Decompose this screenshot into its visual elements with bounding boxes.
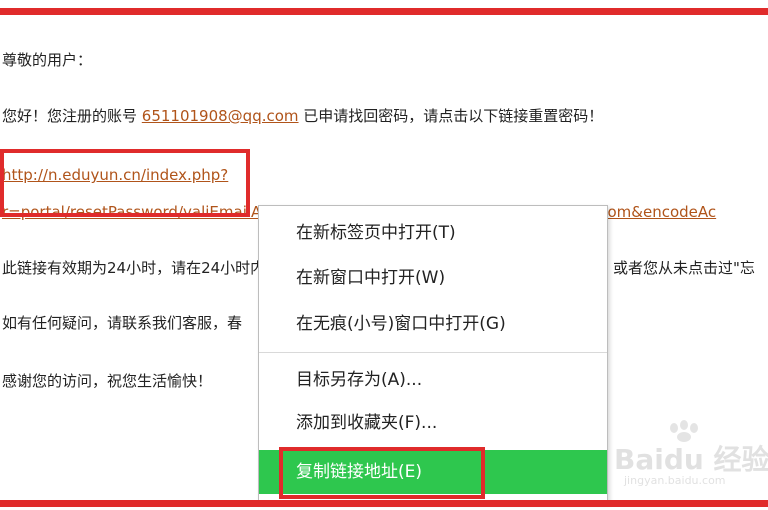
menu-separator [259,352,607,353]
copy-link-highlight-box [279,447,485,499]
watermark-logo: Baidu 经验 [614,443,768,476]
menu-open-new-window[interactable]: 在新窗口中打开(W) [259,257,607,299]
intro-suffix: 已申请找回密码，请点击以下链接重置密码！ [298,107,604,125]
menu-save-target-as[interactable]: 目标另存为(A)... [259,359,607,401]
email-greeting: 尊敬的用户： [2,51,93,69]
bottom-red-frame [0,500,768,507]
link-highlight-box [0,149,250,217]
validity-notice-tail: 或者您从未点击过"忘 [613,259,755,277]
menu-open-new-tab[interactable]: 在新标签页中打开(T) [259,212,607,254]
watermark-url: jingyan.baidu.com [624,474,726,487]
intro-prefix: 您好！您注册的账号 [2,107,142,125]
contact-notice: 如有任何疑问，请联系我们客服，春 [2,314,243,332]
account-email-link[interactable]: 651101908@qq.com [142,107,299,125]
top-red-frame [0,8,768,15]
menu-add-to-favorites[interactable]: 添加到收藏夹(F)... [259,402,607,444]
menu-open-private-window[interactable]: 在无痕(小号)窗口中打开(G) [259,303,607,345]
thanks-notice: 感谢您的访问，祝您生活愉快！ [2,372,213,390]
baidu-jingyan-watermark: Baidu 经验 jingyan.baidu.com [614,420,768,490]
email-intro: 您好！您注册的账号 651101908@qq.com 已申请找回密码，请点击以下… [2,106,603,126]
